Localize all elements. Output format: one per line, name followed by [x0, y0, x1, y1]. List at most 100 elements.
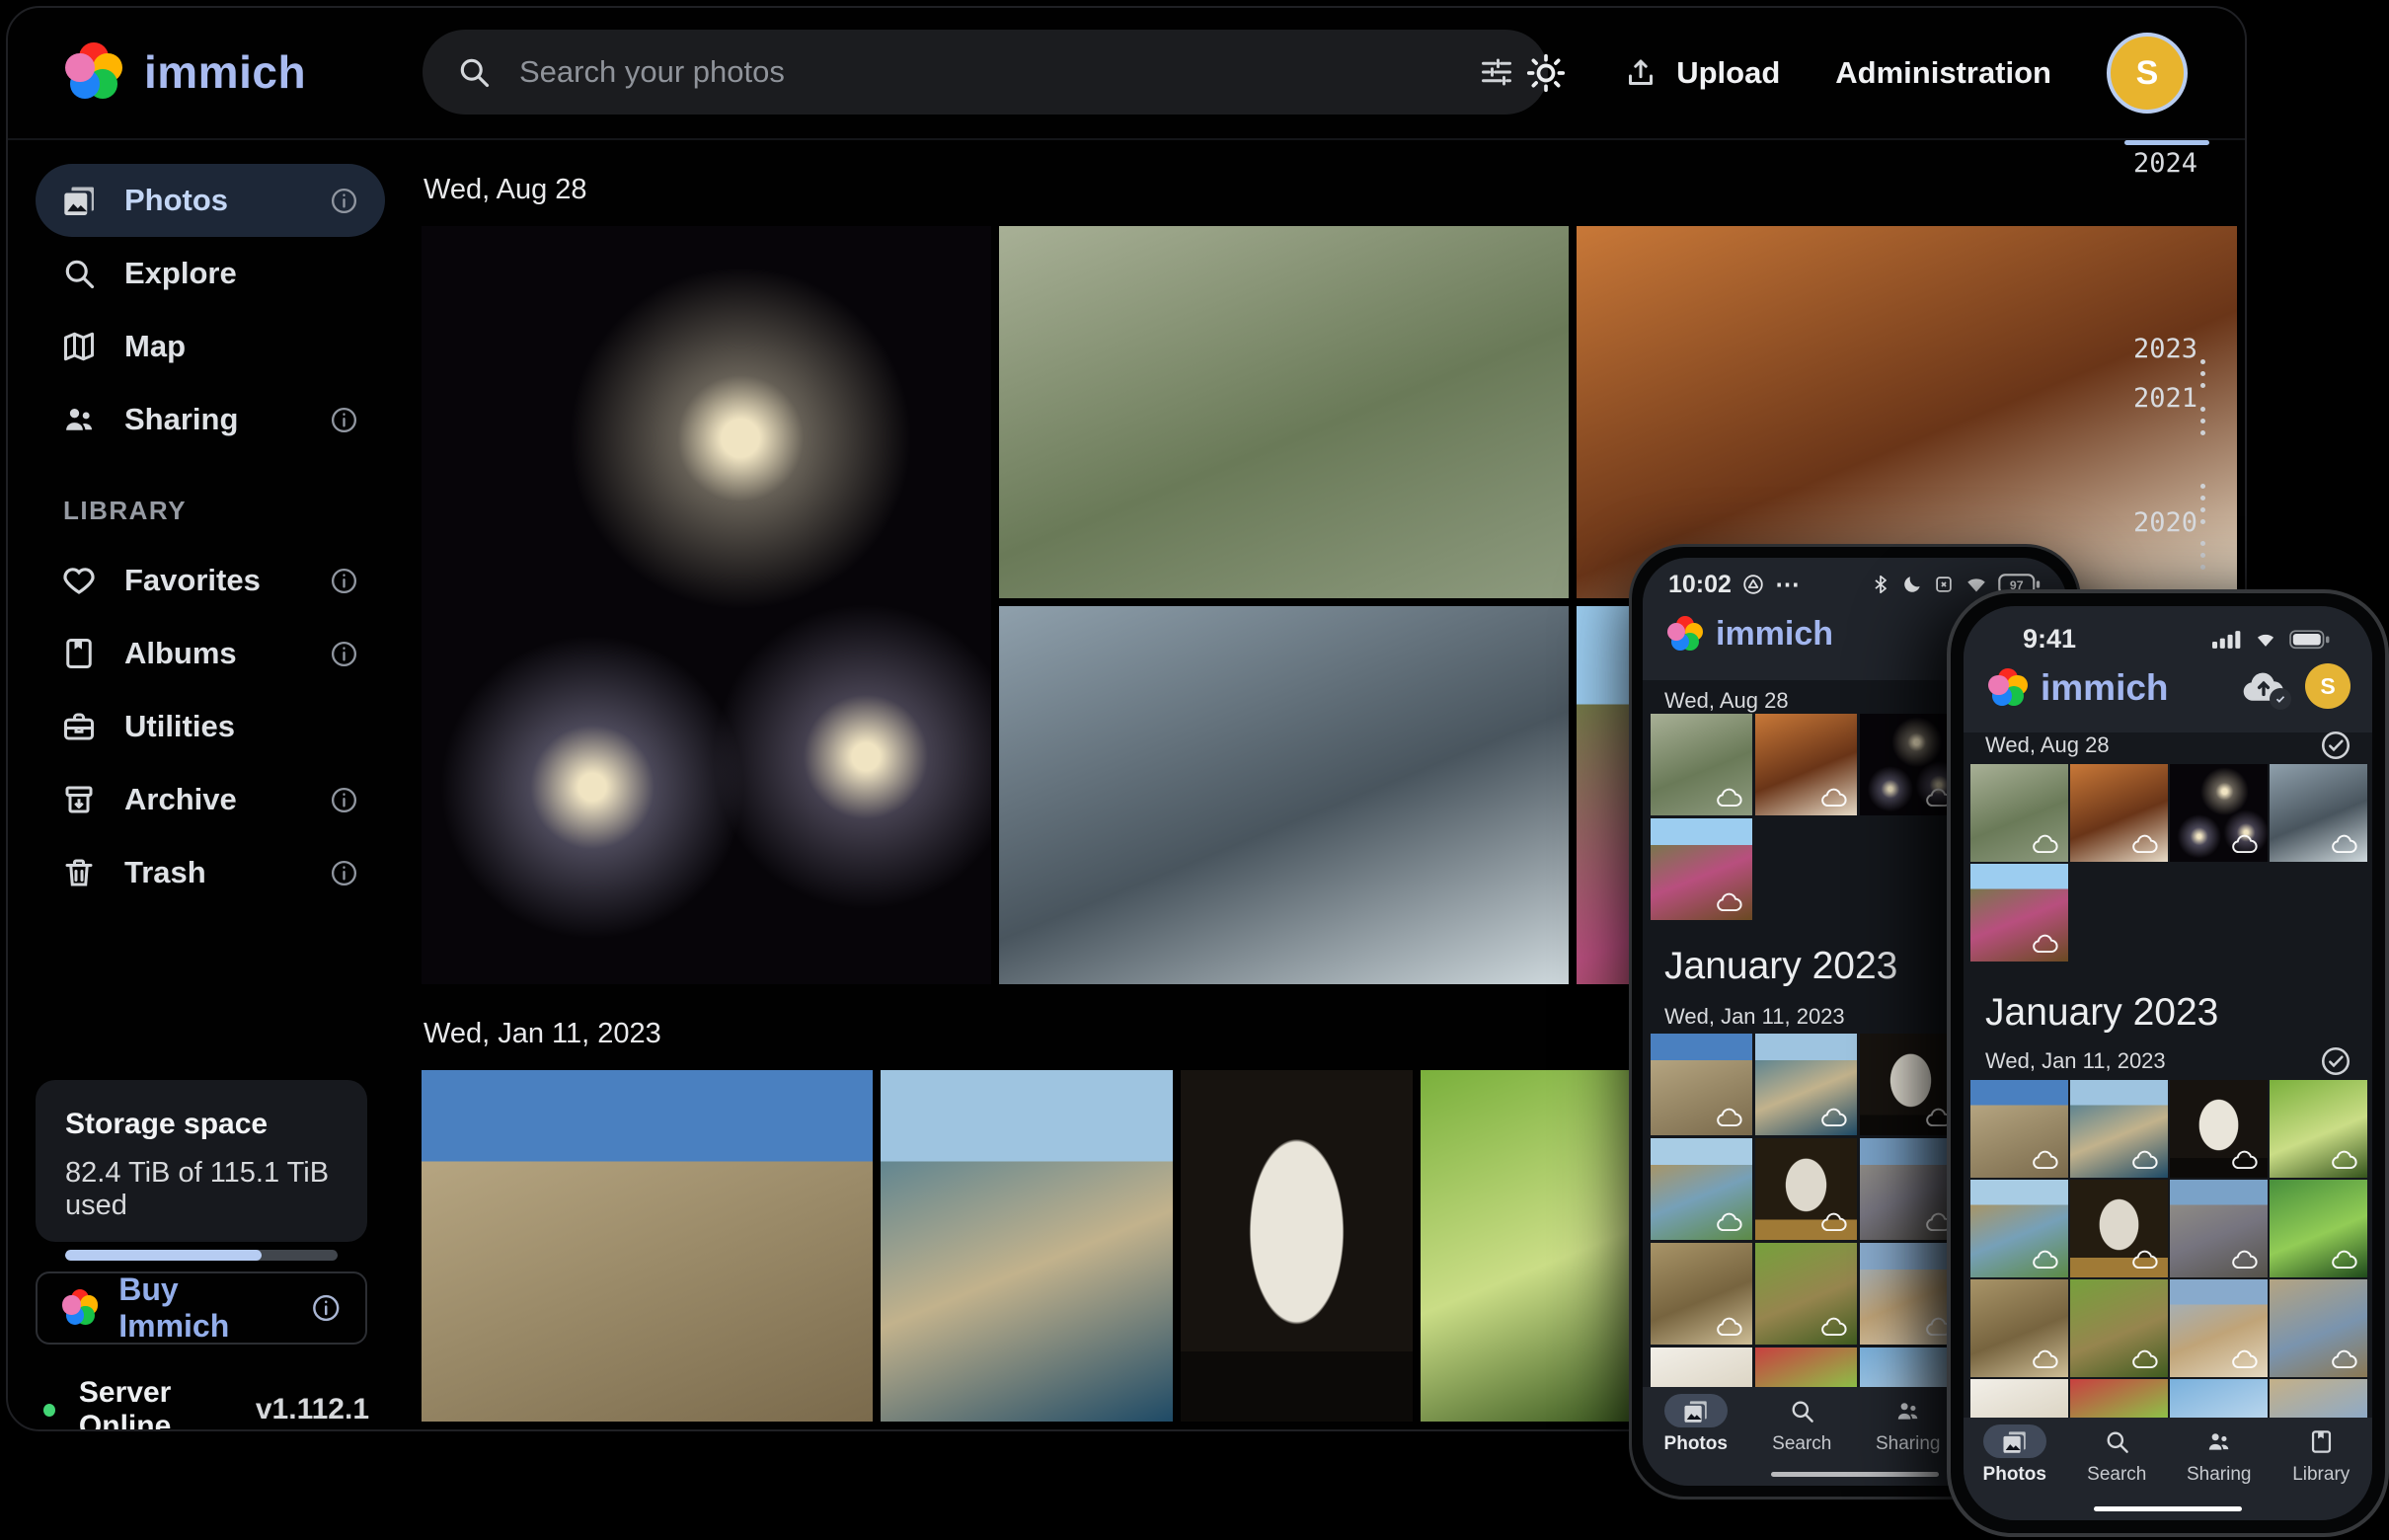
- photo-beach-cliff[interactable]: [1651, 1138, 1752, 1240]
- storage-usage-text: 82.4 TiB of 115.1 TiB used: [65, 1157, 338, 1222]
- photo-macaques[interactable]: [1970, 764, 2068, 862]
- select-all-check-icon[interactable]: [2319, 729, 2352, 762]
- administration-label: Administration: [1835, 55, 2051, 91]
- photo-fortress-sea[interactable]: [2070, 1080, 2168, 1178]
- sidebar-item-label: Albums: [124, 636, 237, 671]
- info-icon[interactable]: [329, 405, 359, 435]
- sidebar-item-sharing[interactable]: Sharing: [36, 383, 385, 456]
- upload-button[interactable]: Upload: [1623, 55, 1780, 91]
- photo-fortress-wall[interactable]: [422, 1070, 873, 1422]
- photo-marble-bust[interactable]: [1181, 1070, 1413, 1422]
- user-avatar[interactable]: S: [2107, 33, 2188, 114]
- buy-immich-label: Buy Immich: [118, 1271, 289, 1345]
- sidebar-item-photos[interactable]: Photos: [36, 164, 385, 237]
- notification-icon: [1741, 573, 1765, 596]
- cloud-sync-icon: [1716, 891, 1743, 913]
- nav-tab-search[interactable]: Search: [1749, 1387, 1856, 1462]
- search-bar[interactable]: [423, 30, 1548, 115]
- administration-link[interactable]: Administration: [1835, 55, 2051, 91]
- sidebar-item-archive[interactable]: Archive: [36, 763, 385, 836]
- briefcase-icon: [61, 709, 97, 744]
- search-filters-icon[interactable]: [1479, 54, 1514, 90]
- nav-tab-photos[interactable]: Photos: [1643, 1387, 1749, 1462]
- immich-logo: immich: [1666, 615, 1833, 654]
- photo-holding-hands[interactable]: [2270, 764, 2367, 862]
- search-icon: [1789, 1398, 1815, 1424]
- photo-fortress-sea[interactable]: [881, 1070, 1173, 1422]
- photo-lizard-rocks[interactable]: [1651, 1243, 1752, 1345]
- photo-fireworks[interactable]: [422, 226, 991, 984]
- photos-icon: [1682, 1398, 1709, 1424]
- photo-fortress-ruins[interactable]: [2170, 1180, 2268, 1277]
- photo-stone-bridge[interactable]: [2270, 1279, 2367, 1377]
- sidebar-item-map[interactable]: Map: [36, 310, 385, 383]
- nav-tab-sharing[interactable]: Sharing: [2168, 1418, 2271, 1493]
- photo-holding-hands[interactable]: [999, 606, 1569, 984]
- nav-tab-sharing[interactable]: Sharing: [1855, 1387, 1962, 1462]
- photo-marble-sculpture[interactable]: [2070, 1180, 2168, 1277]
- nav-tab-library[interactable]: Library: [2271, 1418, 2373, 1493]
- photo-lizard-moss[interactable]: [1755, 1243, 1857, 1345]
- photo-green-berries[interactable]: [2270, 1080, 2367, 1178]
- top-actions: Upload Administration S: [1524, 8, 2188, 138]
- info-icon[interactable]: [329, 186, 359, 216]
- photo-marble-sculpture[interactable]: [1755, 1138, 1857, 1240]
- sidebar-item-favorites[interactable]: Favorites: [36, 544, 385, 617]
- cloud-sync-icon: [2231, 833, 2259, 855]
- nav-tab-search[interactable]: Search: [2066, 1418, 2169, 1493]
- immich-logo[interactable]: immich: [63, 41, 306, 103]
- photo-dinner-table[interactable]: [2070, 764, 2168, 862]
- photo-macaques[interactable]: [1651, 714, 1752, 815]
- buy-immich-button[interactable]: Buy Immich: [36, 1271, 367, 1345]
- sidebar-item-label: Favorites: [124, 563, 261, 598]
- photo-fortress-wall[interactable]: [1651, 1034, 1752, 1135]
- immich-flower-icon: [1666, 616, 1704, 654]
- photo-fortress-sea[interactable]: [1755, 1034, 1857, 1135]
- cloud-sync-icon: [2032, 1249, 2059, 1270]
- photo-lizard-rocks[interactable]: [1970, 1279, 2068, 1377]
- battery-icon: [2289, 630, 2331, 650]
- photo-dinner-table[interactable]: [1755, 714, 1857, 815]
- cloud-sync-icon: [2331, 1149, 2358, 1171]
- info-icon[interactable]: [329, 785, 359, 815]
- user-avatar[interactable]: S: [2305, 663, 2350, 709]
- sidebar-item-albums[interactable]: Albums: [36, 617, 385, 690]
- month-header: January 2023: [1664, 945, 1897, 988]
- photo-green-berries[interactable]: [1421, 1070, 1653, 1422]
- photo-church-town[interactable]: [2170, 1279, 2268, 1377]
- people-icon: [61, 402, 97, 437]
- status-clock: 10:02: [1668, 571, 1732, 599]
- photo-marble-bust[interactable]: [2170, 1080, 2268, 1178]
- backup-check-badge: [2270, 688, 2291, 710]
- photo-macaques[interactable]: [999, 226, 1569, 598]
- info-icon[interactable]: [329, 639, 359, 669]
- theme-toggle-sun-icon[interactable]: [1524, 51, 1568, 95]
- date-header: Wed, Jan 11, 2023: [1985, 1044, 2352, 1078]
- wifi-icon: [2252, 629, 2279, 651]
- photo-fireworks[interactable]: [2170, 764, 2268, 862]
- photo-tree-fruit[interactable]: [2270, 1180, 2367, 1277]
- photo-autumn-park[interactable]: [1651, 818, 1752, 920]
- search-input[interactable]: [517, 53, 1453, 91]
- info-icon[interactable]: [310, 1291, 342, 1325]
- home-indicator[interactable]: [1771, 1472, 1939, 1477]
- ios-status-bar: 9:41: [1964, 624, 2372, 654]
- photo-dinner-table[interactable]: [1577, 226, 2237, 598]
- sidebar-item-utilities[interactable]: Utilities: [36, 690, 385, 763]
- cloud-sync-icon: [2331, 833, 2358, 855]
- more-notifications-icon: ⋯: [1775, 570, 1802, 599]
- sidebar-item-explore[interactable]: Explore: [36, 237, 385, 310]
- nav-tab-label: Photos: [1664, 1433, 1728, 1455]
- photo-beach-cliff[interactable]: [1970, 1180, 2068, 1277]
- photo-autumn-park[interactable]: [1970, 864, 2068, 962]
- info-icon[interactable]: [329, 566, 359, 596]
- home-indicator[interactable]: [2094, 1506, 2242, 1511]
- status-clock: 9:41: [2023, 624, 2076, 654]
- photo-fortress-wall[interactable]: [1970, 1080, 2068, 1178]
- backup-cloud-icon[interactable]: [2240, 666, 2287, 706]
- sidebar-item-trash[interactable]: Trash: [36, 836, 385, 909]
- photo-lizard-moss[interactable]: [2070, 1279, 2168, 1377]
- select-all-check-icon[interactable]: [2319, 1044, 2352, 1078]
- info-icon[interactable]: [329, 858, 359, 888]
- nav-tab-photos[interactable]: Photos: [1964, 1418, 2066, 1493]
